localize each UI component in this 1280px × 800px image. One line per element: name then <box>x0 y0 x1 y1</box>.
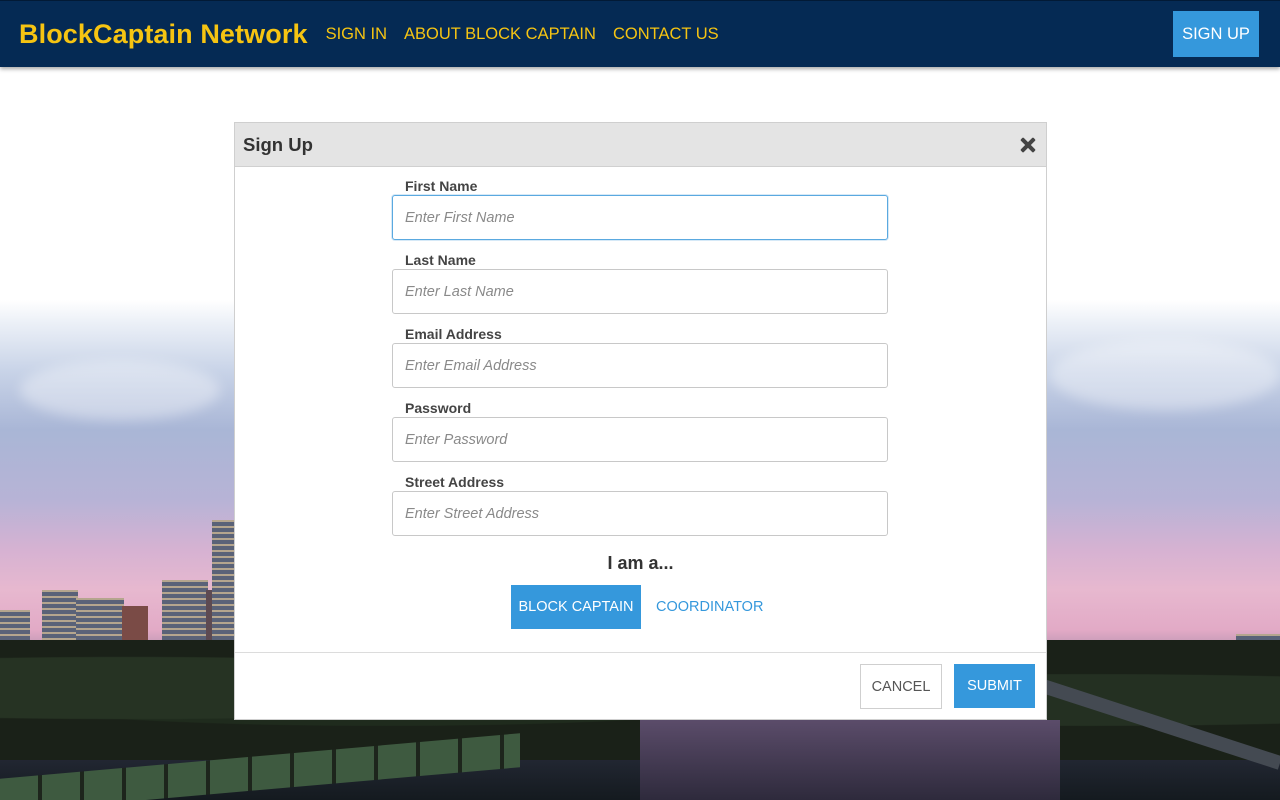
street-address-input[interactable] <box>392 491 888 536</box>
nav-contact-link[interactable]: CONTACT US <box>613 25 719 44</box>
password-label: Password <box>405 400 472 416</box>
cloud <box>1050 340 1280 410</box>
signup-form: First Name Last Name Email Address Passw… <box>392 177 888 547</box>
cloud <box>20 360 220 420</box>
nav-about-link[interactable]: ABOUT BLOCK CAPTAIN <box>404 25 596 44</box>
modal-title: Sign Up <box>243 133 313 155</box>
nav-links: SIGN IN ABOUT BLOCK CAPTAIN CONTACT US <box>326 25 736 44</box>
modal-header: Sign Up <box>235 123 1046 167</box>
nav-sign-in-link[interactable]: SIGN IN <box>326 25 387 44</box>
email-label: Email Address <box>405 326 502 342</box>
role-heading: I am a... <box>607 553 674 573</box>
modal-footer: CANCEL SUBMIT <box>235 652 1046 719</box>
role-selector: BLOCK CAPTAIN COORDINATOR <box>511 585 763 629</box>
signup-modal: Sign Up First Name Last Name Email Addre… <box>234 122 1047 720</box>
coordinator-role-button[interactable]: COORDINATOR <box>656 599 763 615</box>
submit-button[interactable]: SUBMIT <box>954 664 1035 708</box>
first-name-label: First Name <box>405 178 478 194</box>
first-name-input[interactable] <box>392 195 888 240</box>
last-name-label: Last Name <box>405 252 476 268</box>
nav-signup-button[interactable]: SIGN UP <box>1173 11 1259 57</box>
street-address-label: Street Address <box>405 474 505 490</box>
cancel-button[interactable]: CANCEL <box>860 664 942 709</box>
brand-logo[interactable]: BlockCaptain Network <box>19 19 308 50</box>
river <box>640 720 1060 800</box>
password-input[interactable] <box>392 417 888 462</box>
top-navbar: BlockCaptain Network SIGN IN ABOUT BLOCK… <box>0 0 1280 67</box>
close-icon[interactable] <box>1020 137 1036 153</box>
block-captain-role-button[interactable]: BLOCK CAPTAIN <box>511 585 641 629</box>
last-name-input[interactable] <box>392 269 888 314</box>
email-input[interactable] <box>392 343 888 388</box>
